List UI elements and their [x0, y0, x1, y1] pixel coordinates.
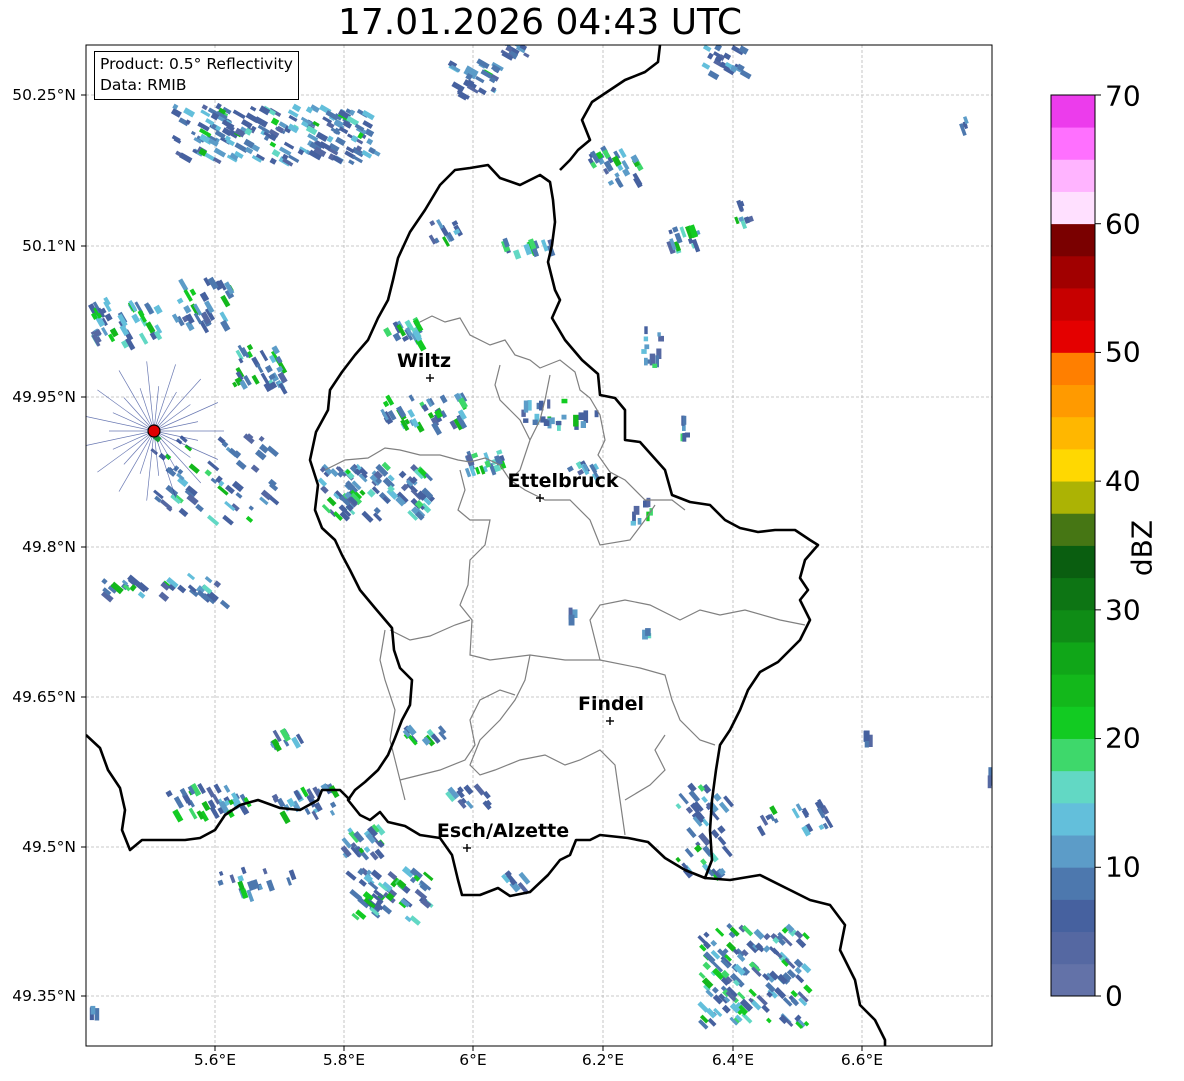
radar-echo-cell — [657, 332, 661, 337]
lon-label: 6.4°E — [711, 1051, 755, 1069]
colorbar-segment — [1051, 963, 1095, 997]
radar-echo-cell — [641, 349, 647, 354]
radar-echo-cell — [652, 363, 658, 368]
radar-echo-cell — [578, 412, 585, 420]
colorbar-tick-label: 50 — [1105, 335, 1141, 369]
colorbar-segment — [1051, 352, 1095, 386]
radar-echo-cell — [523, 400, 529, 413]
radar-echo-cell — [547, 399, 551, 409]
colorbar-segment — [1051, 513, 1095, 546]
radar-echo-cell — [682, 433, 687, 442]
colorbar-segment — [1051, 931, 1095, 965]
city-label-ettelbruck: Ettelbruck — [507, 470, 619, 492]
radar-echo-cell — [580, 421, 586, 428]
colorbar-segment — [1051, 384, 1095, 418]
colorbar-segment — [1051, 481, 1095, 514]
lon-label: 6°E — [459, 1051, 487, 1069]
colorbar-segment — [1051, 642, 1095, 675]
lon-label: 6.2°E — [581, 1051, 625, 1069]
city-label-esch-alzette: Esch/Alzette — [436, 820, 570, 842]
colorbar-tick-label: 30 — [1105, 593, 1141, 627]
colorbar-segment — [1051, 867, 1095, 900]
lat-label: 49.65°N — [12, 688, 76, 706]
map-background — [86, 45, 992, 1046]
colorbar-segment — [1051, 448, 1095, 482]
colorbar-segment — [1051, 674, 1095, 707]
radar-echo-cell — [555, 421, 562, 426]
radar-echo-cell — [568, 614, 575, 626]
colorbar-segment — [1051, 159, 1095, 192]
colorbar-segment — [1051, 577, 1095, 611]
radar-echo-cell — [863, 730, 870, 741]
colorbar-tick-label: 20 — [1105, 721, 1141, 755]
radar-echo-cell — [532, 419, 538, 425]
colorbar-segment — [1051, 770, 1095, 804]
city-label-findel: Findel — [577, 693, 645, 715]
colorbar-tick-label: 0 — [1105, 979, 1123, 1013]
product-label: Product: 0.5° Reflectivity — [100, 55, 293, 73]
colorbar-segment — [1051, 191, 1095, 225]
lon-label: 6.6°E — [840, 1051, 884, 1069]
radar-echo-cell — [645, 628, 651, 636]
lat-label: 49.95°N — [12, 388, 76, 406]
lat-label: 49.35°N — [12, 987, 76, 1005]
radar-echo-cell — [644, 326, 648, 335]
lat-label: 49.8°N — [22, 538, 76, 556]
radar-echo-cell — [90, 1005, 96, 1015]
radar-echo-cell — [561, 398, 568, 404]
colorbar-tick-label: 40 — [1105, 464, 1141, 498]
radar-echo-cell — [630, 520, 636, 526]
colorbar-segment — [1051, 127, 1095, 160]
radar-echo-cell — [644, 344, 650, 350]
colorbar-segment — [1051, 802, 1095, 836]
radar-echo-cell — [633, 505, 640, 515]
lon-label: 5.6°E — [193, 1051, 237, 1069]
radar-echo-cell — [646, 497, 651, 508]
lon-label: 5.8°E — [322, 1051, 366, 1069]
radar-map — [81, 44, 1101, 1051]
lat-label: 50.1°N — [22, 237, 76, 255]
colorbar-tick-label: 70 — [1105, 79, 1141, 113]
colorbar-segment — [1051, 288, 1095, 321]
radar-echo-cell — [523, 418, 529, 423]
colorbar-segment — [1051, 738, 1095, 772]
lat-label: 50.25°N — [12, 86, 76, 104]
colorbar-label: dBZ — [1125, 519, 1159, 577]
city-label-wiltz: Wiltz — [396, 350, 452, 372]
radar-echo-cell — [573, 414, 579, 427]
radar-echo-cell — [987, 775, 992, 789]
colorbar-segment — [1051, 320, 1095, 353]
colorbar — [1050, 94, 1101, 997]
colorbar-segment — [1051, 609, 1095, 643]
colorbar-segment — [1051, 835, 1095, 868]
colorbar-segment — [1051, 545, 1095, 579]
colorbar-segment — [1051, 95, 1095, 128]
radar-echo-cell — [543, 420, 550, 426]
colorbar-segment — [1051, 899, 1095, 933]
colorbar-segment — [1051, 416, 1095, 450]
radar-echo-cell — [988, 767, 992, 777]
radar-echo-cell — [561, 414, 567, 420]
radar-echo-cell — [523, 45, 530, 46]
radar-echo-cell — [658, 335, 664, 342]
radar-echo-cell — [643, 336, 649, 342]
lat-label: 49.5°N — [22, 838, 76, 856]
colorbar-segment — [1051, 706, 1095, 739]
radar-echo-cell — [551, 417, 555, 425]
colorbar-segment — [1051, 223, 1095, 257]
colorbar-tick-label: 10 — [1105, 850, 1141, 884]
colorbar-tick-label: 60 — [1105, 207, 1141, 241]
product-info-box: Product: 0.5° Reflectivity Data: RMIB — [94, 51, 299, 100]
radar-echo-cell — [637, 518, 642, 525]
radar-echo-cell — [644, 357, 648, 366]
colorbar-segment — [1051, 255, 1095, 289]
data-source-label: Data: RMIB — [100, 76, 187, 94]
radar-echo-cell — [682, 415, 687, 425]
